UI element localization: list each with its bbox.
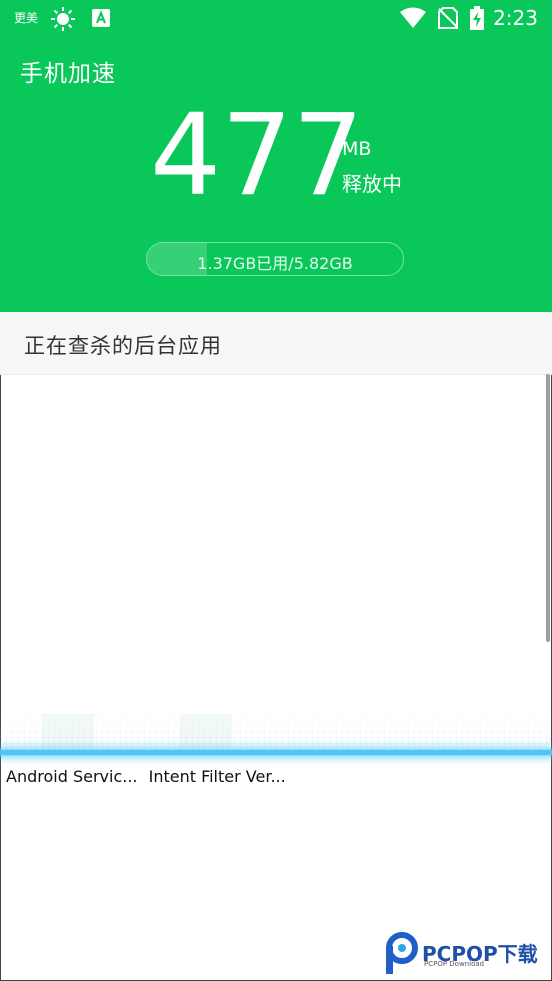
weather-sun-icon bbox=[50, 6, 76, 36]
app-list-area[interactable] bbox=[0, 375, 552, 981]
scan-line bbox=[0, 750, 552, 755]
battery-charging-icon bbox=[470, 6, 484, 34]
freed-amount: 477 bbox=[150, 91, 364, 221]
app-list: Android Servic... Intent Filter Ver... bbox=[6, 767, 292, 786]
memory-usage-bar: 1.37GB已用/5.82GB bbox=[146, 242, 404, 276]
page-title: 手机加速 bbox=[20, 61, 116, 87]
section-header: 正在查杀的后台应用 bbox=[0, 312, 552, 375]
freed-unit: MB bbox=[342, 138, 372, 160]
memory-usage-text: 1.37GB已用/5.82GB bbox=[197, 254, 353, 273]
watermark: PCPOP下载 PCPOP Download bbox=[382, 930, 552, 980]
app-a-icon bbox=[92, 9, 110, 31]
list-item[interactable]: Android Servic... bbox=[6, 767, 138, 786]
wifi-icon bbox=[400, 7, 426, 33]
scrollbar[interactable] bbox=[546, 374, 550, 642]
list-item[interactable]: Intent Filter Ver... bbox=[149, 767, 286, 786]
watermark-subtext: PCPOP Download bbox=[424, 960, 485, 968]
status-time: 2:23 bbox=[493, 6, 538, 30]
no-sim-icon bbox=[438, 7, 458, 33]
status-bar: 更美 2:23 bbox=[0, 0, 552, 38]
freed-status: 释放中 bbox=[342, 172, 402, 196]
header-panel: 更美 2:23 手机加速 477 MB 释放中 1.37GB已用/5.82GB bbox=[0, 0, 552, 312]
pcpop-logo-icon bbox=[382, 932, 418, 980]
section-title: 正在查杀的后台应用 bbox=[24, 334, 222, 358]
status-text: 更美 bbox=[14, 11, 39, 25]
